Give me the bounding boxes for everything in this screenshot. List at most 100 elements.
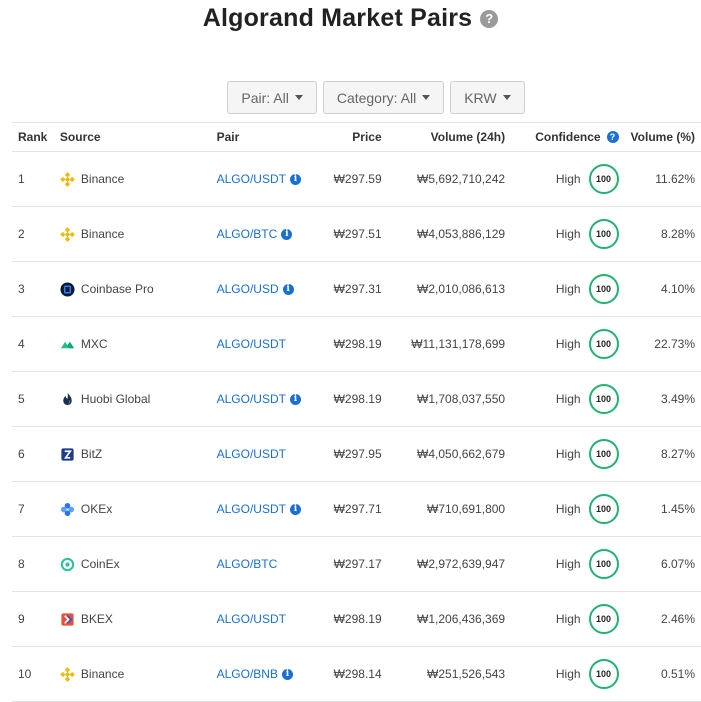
info-icon[interactable]: i [289, 393, 301, 405]
chevron-down-icon [294, 95, 303, 100]
price-cell: ₩297.51 [318, 206, 388, 262]
confidence-label: High [555, 447, 581, 461]
exchange-name[interactable]: OKEx [81, 502, 112, 516]
binance-logo-icon [60, 226, 75, 242]
pair-link[interactable]: ALGO/USDT [217, 392, 286, 406]
pair-link[interactable]: ALGO/USDT [217, 502, 286, 516]
help-icon[interactable]: ? [480, 9, 499, 28]
huobi-logo-icon [60, 392, 75, 407]
exchange-name[interactable]: BitZ [81, 447, 102, 461]
okex-logo-icon [60, 502, 75, 517]
info-icon[interactable]: i [289, 503, 301, 515]
rank-cell: 1 [12, 151, 54, 207]
exchange-name[interactable]: BKEX [81, 612, 113, 626]
exchange-name[interactable]: Binance [81, 227, 124, 241]
pair-cell: ALGO/USDT [210, 426, 319, 482]
column-header-price[interactable]: Price [318, 122, 388, 152]
column-header-confidence[interactable]: Confidence ? [511, 122, 625, 152]
exchange-name[interactable]: Binance [81, 667, 124, 681]
currency-filter-dropdown[interactable]: KRW [450, 81, 525, 114]
exchange-name[interactable]: MXC [81, 337, 108, 351]
column-header-volume-pct[interactable]: Volume (%) [624, 122, 701, 152]
price-cell: ₩298.14 [318, 646, 388, 702]
table-header-row: Rank Source Pair Price Volume (24h) Conf… [12, 122, 701, 152]
confidence-cell: High 100 [511, 151, 625, 207]
table-row: 3 Coinbase Pro ALGO/USD i ₩297.31 ₩2,010,086,… [12, 261, 701, 317]
column-header-source[interactable]: Source [53, 122, 211, 152]
coinex-logo-icon [60, 557, 75, 572]
rank-cell: 6 [12, 426, 54, 482]
column-header-rank[interactable]: Rank [12, 122, 54, 152]
volume-pct-cell: 11.62% [624, 151, 701, 207]
exchange-name[interactable]: Binance [81, 172, 124, 186]
pair-link[interactable]: ALGO/BTC [217, 557, 278, 571]
pair-link[interactable]: ALGO/BNB [217, 667, 278, 681]
volume-cell: ₩4,050,662,679 [387, 426, 512, 482]
source-cell: Binance [53, 646, 211, 702]
pair-filter-dropdown[interactable]: Pair: All [227, 81, 317, 114]
pair-link[interactable]: ALGO/USDT [217, 447, 286, 461]
confidence-score-badge: 100 [588, 329, 619, 359]
source-cell: CoinEx [53, 536, 211, 592]
exchange-name[interactable]: Coinbase Pro [81, 282, 154, 296]
confidence-label: High [555, 557, 581, 571]
confidence-label: High [555, 282, 581, 296]
confidence-score-badge: 100 [588, 219, 619, 249]
column-header-pair[interactable]: Pair [210, 122, 319, 152]
mxc-logo-icon [60, 337, 75, 352]
coinbase-logo-icon [60, 281, 75, 297]
pair-cell: ALGO/USDT i [210, 481, 319, 537]
pair-link[interactable]: ALGO/USDT [217, 612, 286, 626]
volume-pct-cell: 3.49% [624, 371, 701, 427]
confidence-score-badge: 100 [588, 164, 619, 194]
volume-cell: ₩4,053,886,129 [387, 206, 512, 262]
confidence-cell: High 100 [511, 426, 625, 482]
price-cell: ₩297.17 [318, 536, 388, 592]
pair-cell: ALGO/USDT [210, 591, 319, 647]
confidence-score-badge: 100 [588, 659, 619, 689]
page-title-text: Algorand Market Pairs [202, 4, 473, 32]
help-icon[interactable]: ? [606, 131, 619, 143]
volume-cell: ₩11,131,178,699 [387, 316, 512, 372]
bitz-logo-icon [60, 447, 75, 462]
table-row: 6 BitZ ALGO/USDT ₩297.95 ₩4,050,662,679 High 1… [12, 426, 701, 482]
source-cell: Binance [53, 206, 211, 262]
confidence-cell: High 100 [511, 536, 625, 592]
pair-cell: ALGO/USDT [210, 316, 319, 372]
rank-cell: 7 [12, 481, 54, 537]
pair-link[interactable]: ALGO/BTC [217, 227, 278, 241]
confidence-cell: High 100 [511, 481, 625, 537]
table-row: 8 CoinEx ALGO/BTC ₩297.17 ₩2,972,639,947 High… [12, 536, 701, 592]
table-row: 9 BKEX ALGO/USDT ₩298.19 ₩1,206,436,369 High 1… [12, 591, 701, 647]
pair-link[interactable]: ALGO/USD [217, 282, 279, 296]
filter-bar: Pair: All Category: All KRW [0, 81, 701, 114]
category-filter-dropdown[interactable]: Category: All [322, 81, 445, 114]
price-cell: ₩297.95 [318, 426, 388, 482]
pair-link[interactable]: ALGO/USDT [217, 172, 286, 186]
rank-cell: 10 [12, 646, 54, 702]
info-icon[interactable]: i [281, 228, 293, 240]
price-cell: ₩298.19 [318, 316, 388, 372]
pair-filter-label: Pair: All [241, 89, 289, 106]
rank-cell: 3 [12, 261, 54, 317]
column-header-volume[interactable]: Volume (24h) [387, 122, 512, 152]
table-row: 2 Binance ALGO/BTC i ₩297.51 ₩4,053,886,129 Hi… [12, 206, 701, 262]
table-row: 7 OKEx ALGO/USDT i ₩297.71 ₩710,691,800 High 10… [12, 481, 701, 537]
info-icon[interactable]: i [282, 283, 294, 295]
exchange-name[interactable]: CoinEx [81, 557, 120, 571]
chevron-down-icon [422, 95, 431, 100]
info-icon[interactable]: i [289, 173, 301, 185]
source-cell: MXC [53, 316, 211, 372]
pair-cell: ALGO/USDT i [210, 371, 319, 427]
rank-cell: 8 [12, 536, 54, 592]
confidence-score-badge: 100 [588, 549, 619, 579]
pair-link[interactable]: ALGO/USDT [217, 337, 286, 351]
confidence-score-badge: 100 [588, 604, 619, 634]
exchange-name[interactable]: Huobi Global [81, 392, 150, 406]
chevron-down-icon [502, 95, 511, 100]
volume-pct-cell: 22.73% [624, 316, 701, 372]
category-filter-label: Category: All [336, 89, 417, 106]
info-icon[interactable]: i [281, 668, 293, 680]
volume-pct-cell: 6.07% [624, 536, 701, 592]
pair-cell: ALGO/BTC [210, 536, 319, 592]
